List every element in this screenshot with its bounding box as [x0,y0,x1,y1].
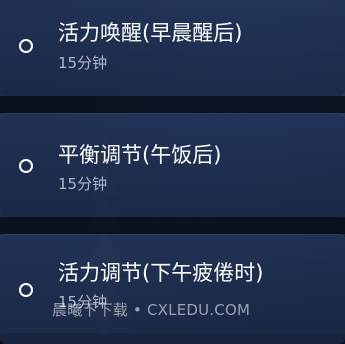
session-title: 平衡调节(午饭后) [58,143,222,167]
radio-button-icon[interactable] [19,159,33,173]
session-duration: 15分钟 [58,54,108,72]
session-item-card[interactable]: 平衡调节(午饭后) 15分钟 [0,113,345,217]
watermark-text: 晨曦下下载 • CXLEDU.COM [52,301,251,319]
session-item-card[interactable]: 活力调节(下午疲倦时) 15分钟 [0,234,345,344]
divider [0,96,345,113]
session-duration: 15分钟 [58,175,108,193]
session-item-card[interactable]: 活力唤醒(早晨醒后) 15分钟 [0,0,345,96]
session-title: 活力调节(下午疲倦时) [58,261,264,285]
divider [0,217,345,234]
session-title: 活力唤醒(早晨醒后) [58,21,243,45]
radio-button-icon[interactable] [19,39,33,53]
radio-button-icon[interactable] [19,283,33,297]
